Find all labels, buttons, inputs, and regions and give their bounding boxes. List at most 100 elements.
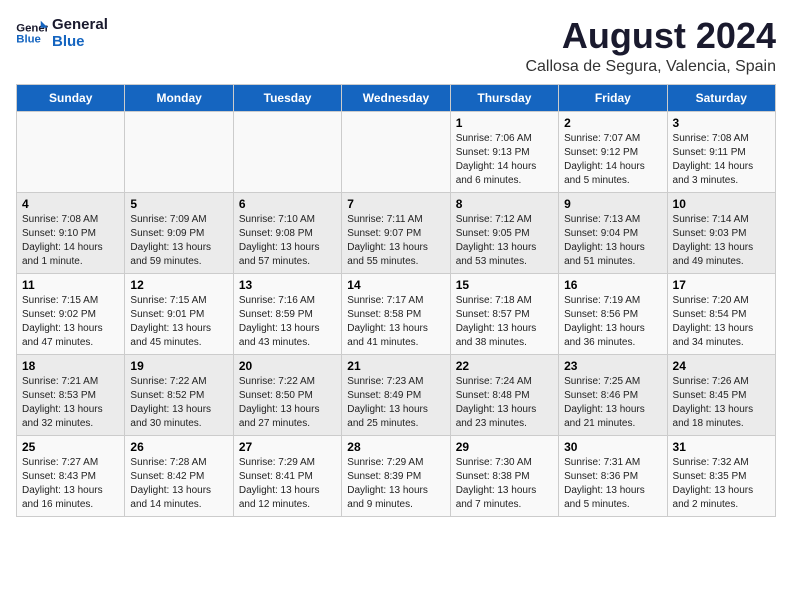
day-info: Sunrise: 7:10 AM Sunset: 9:08 PM Dayligh…: [239, 213, 336, 269]
calendar-cell: 28 Sunrise: 7:29 AM Sunset: 8:39 PM Dayli…: [342, 435, 450, 516]
day-info: Sunrise: 7:15 AM Sunset: 9:02 PM Dayligh…: [22, 294, 119, 350]
week-row-5: 25 Sunrise: 7:27 AM Sunset: 8:43 PM Dayli…: [17, 435, 776, 516]
day-number: 5: [130, 197, 227, 211]
calendar-cell: 24Sunrise: 7:26 AM Sunset: 8:45 PM Dayli…: [667, 354, 775, 435]
day-number: 31: [673, 440, 770, 454]
header: General Blue General Blue August 2024 Ca…: [16, 16, 776, 76]
calendar-cell: 2Sunrise: 7:07 AM Sunset: 9:12 PM Daylig…: [559, 111, 667, 192]
day-info: Sunrise: 7:19 AM Sunset: 8:56 PM Dayligh…: [564, 294, 661, 350]
calendar-cell: 5 Sunrise: 7:09 AM Sunset: 9:09 PM Daylig…: [125, 192, 233, 273]
calendar-cell: 19 Sunrise: 7:22 AM Sunset: 8:52 PM Dayli…: [125, 354, 233, 435]
day-number: 8: [456, 197, 553, 211]
svg-text:Blue: Blue: [16, 34, 41, 46]
day-info: Sunrise: 7:20 AM Sunset: 8:54 PM Dayligh…: [673, 294, 770, 350]
day-info: Sunrise: 7:08 AM Sunset: 9:10 PM Dayligh…: [22, 213, 119, 269]
day-info: Sunrise: 7:26 AM Sunset: 8:45 PM Dayligh…: [673, 375, 770, 431]
day-info: Sunrise: 7:29 AM Sunset: 8:41 PM Dayligh…: [239, 456, 336, 512]
week-row-2: 4 Sunrise: 7:08 AM Sunset: 9:10 PM Daylig…: [17, 192, 776, 273]
day-info: Sunrise: 7:08 AM Sunset: 9:11 PM Dayligh…: [673, 132, 770, 188]
weekday-header-wednesday: Wednesday: [342, 84, 450, 111]
day-info: Sunrise: 7:23 AM Sunset: 8:49 PM Dayligh…: [347, 375, 444, 431]
calendar-cell: [233, 111, 341, 192]
day-number: 22: [456, 359, 553, 373]
day-info: Sunrise: 7:09 AM Sunset: 9:09 PM Dayligh…: [130, 213, 227, 269]
day-number: 9: [564, 197, 661, 211]
calendar-cell: 13Sunrise: 7:16 AM Sunset: 8:59 PM Dayli…: [233, 273, 341, 354]
calendar-cell: 22 Sunrise: 7:24 AM Sunset: 8:48 PM Dayli…: [450, 354, 558, 435]
calendar-cell: [125, 111, 233, 192]
weekday-header-thursday: Thursday: [450, 84, 558, 111]
day-info: Sunrise: 7:14 AM Sunset: 9:03 PM Dayligh…: [673, 213, 770, 269]
day-info: Sunrise: 7:16 AM Sunset: 8:59 PM Dayligh…: [239, 294, 336, 350]
day-info: Sunrise: 7:11 AM Sunset: 9:07 PM Dayligh…: [347, 213, 444, 269]
weekday-header-saturday: Saturday: [667, 84, 775, 111]
day-number: 6: [239, 197, 336, 211]
day-info: Sunrise: 7:06 AM Sunset: 9:13 PM Dayligh…: [456, 132, 553, 188]
weekday-header-sunday: Sunday: [17, 84, 125, 111]
logo: General Blue General Blue: [16, 16, 108, 50]
day-number: 26: [130, 440, 227, 454]
calendar-cell: [342, 111, 450, 192]
day-number: 12: [130, 278, 227, 292]
day-number: 14: [347, 278, 444, 292]
month-title: August 2024: [525, 16, 776, 56]
week-row-1: 1Sunrise: 7:06 AM Sunset: 9:13 PM Daylig…: [17, 111, 776, 192]
calendar-cell: 16Sunrise: 7:19 AM Sunset: 8:56 PM Dayli…: [559, 273, 667, 354]
calendar-cell: 14 Sunrise: 7:17 AM Sunset: 8:58 PM Dayli…: [342, 273, 450, 354]
day-info: Sunrise: 7:28 AM Sunset: 8:42 PM Dayligh…: [130, 456, 227, 512]
logo-general: General: [52, 16, 108, 33]
day-number: 3: [673, 116, 770, 130]
logo-icon: General Blue: [16, 19, 48, 47]
day-info: Sunrise: 7:24 AM Sunset: 8:48 PM Dayligh…: [456, 375, 553, 431]
calendar-cell: 12 Sunrise: 7:15 AM Sunset: 9:01 PM Dayli…: [125, 273, 233, 354]
calendar-cell: 1Sunrise: 7:06 AM Sunset: 9:13 PM Daylig…: [450, 111, 558, 192]
day-number: 10: [673, 197, 770, 211]
day-number: 7: [347, 197, 444, 211]
calendar-cell: 4 Sunrise: 7:08 AM Sunset: 9:10 PM Daylig…: [17, 192, 125, 273]
calendar-cell: 31 Sunrise: 7:32 AM Sunset: 8:35 PM Dayli…: [667, 435, 775, 516]
weekday-header-monday: Monday: [125, 84, 233, 111]
calendar-cell: 15Sunrise: 7:18 AM Sunset: 8:57 PM Dayli…: [450, 273, 558, 354]
day-info: Sunrise: 7:31 AM Sunset: 8:36 PM Dayligh…: [564, 456, 661, 512]
day-info: Sunrise: 7:17 AM Sunset: 8:58 PM Dayligh…: [347, 294, 444, 350]
day-number: 23: [564, 359, 661, 373]
day-number: 17: [673, 278, 770, 292]
week-row-4: 18Sunrise: 7:21 AM Sunset: 8:53 PM Dayli…: [17, 354, 776, 435]
day-number: 27: [239, 440, 336, 454]
calendar-cell: [17, 111, 125, 192]
day-info: Sunrise: 7:12 AM Sunset: 9:05 PM Dayligh…: [456, 213, 553, 269]
day-number: 28: [347, 440, 444, 454]
calendar-cell: 21Sunrise: 7:23 AM Sunset: 8:49 PM Dayli…: [342, 354, 450, 435]
calendar-cell: 9Sunrise: 7:13 AM Sunset: 9:04 PM Daylig…: [559, 192, 667, 273]
weekday-header-row: SundayMondayTuesdayWednesdayThursdayFrid…: [17, 84, 776, 111]
day-number: 20: [239, 359, 336, 373]
day-info: Sunrise: 7:22 AM Sunset: 8:50 PM Dayligh…: [239, 375, 336, 431]
day-info: Sunrise: 7:27 AM Sunset: 8:43 PM Dayligh…: [22, 456, 119, 512]
calendar-cell: 26 Sunrise: 7:28 AM Sunset: 8:42 PM Dayli…: [125, 435, 233, 516]
day-number: 18: [22, 359, 119, 373]
day-number: 15: [456, 278, 553, 292]
day-number: 4: [22, 197, 119, 211]
calendar-cell: 18Sunrise: 7:21 AM Sunset: 8:53 PM Dayli…: [17, 354, 125, 435]
day-number: 25: [22, 440, 119, 454]
calendar-cell: 29Sunrise: 7:30 AM Sunset: 8:38 PM Dayli…: [450, 435, 558, 516]
day-info: Sunrise: 7:22 AM Sunset: 8:52 PM Dayligh…: [130, 375, 227, 431]
title-area: August 2024 Callosa de Segura, Valencia,…: [525, 16, 776, 76]
calendar-cell: 30Sunrise: 7:31 AM Sunset: 8:36 PM Dayli…: [559, 435, 667, 516]
weekday-header-tuesday: Tuesday: [233, 84, 341, 111]
day-number: 29: [456, 440, 553, 454]
calendar-cell: 7 Sunrise: 7:11 AM Sunset: 9:07 PM Daylig…: [342, 192, 450, 273]
calendar-cell: 11 Sunrise: 7:15 AM Sunset: 9:02 PM Dayli…: [17, 273, 125, 354]
calendar-cell: 6 Sunrise: 7:10 AM Sunset: 9:08 PM Daylig…: [233, 192, 341, 273]
day-info: Sunrise: 7:29 AM Sunset: 8:39 PM Dayligh…: [347, 456, 444, 512]
weekday-header-friday: Friday: [559, 84, 667, 111]
day-info: Sunrise: 7:15 AM Sunset: 9:01 PM Dayligh…: [130, 294, 227, 350]
calendar-cell: 25 Sunrise: 7:27 AM Sunset: 8:43 PM Dayli…: [17, 435, 125, 516]
day-number: 2: [564, 116, 661, 130]
location-title: Callosa de Segura, Valencia, Spain: [525, 58, 776, 76]
day-number: 11: [22, 278, 119, 292]
day-number: 19: [130, 359, 227, 373]
calendar-table: SundayMondayTuesdayWednesdayThursdayFrid…: [16, 84, 776, 517]
day-info: Sunrise: 7:32 AM Sunset: 8:35 PM Dayligh…: [673, 456, 770, 512]
calendar-cell: 10 Sunrise: 7:14 AM Sunset: 9:03 PM Dayli…: [667, 192, 775, 273]
